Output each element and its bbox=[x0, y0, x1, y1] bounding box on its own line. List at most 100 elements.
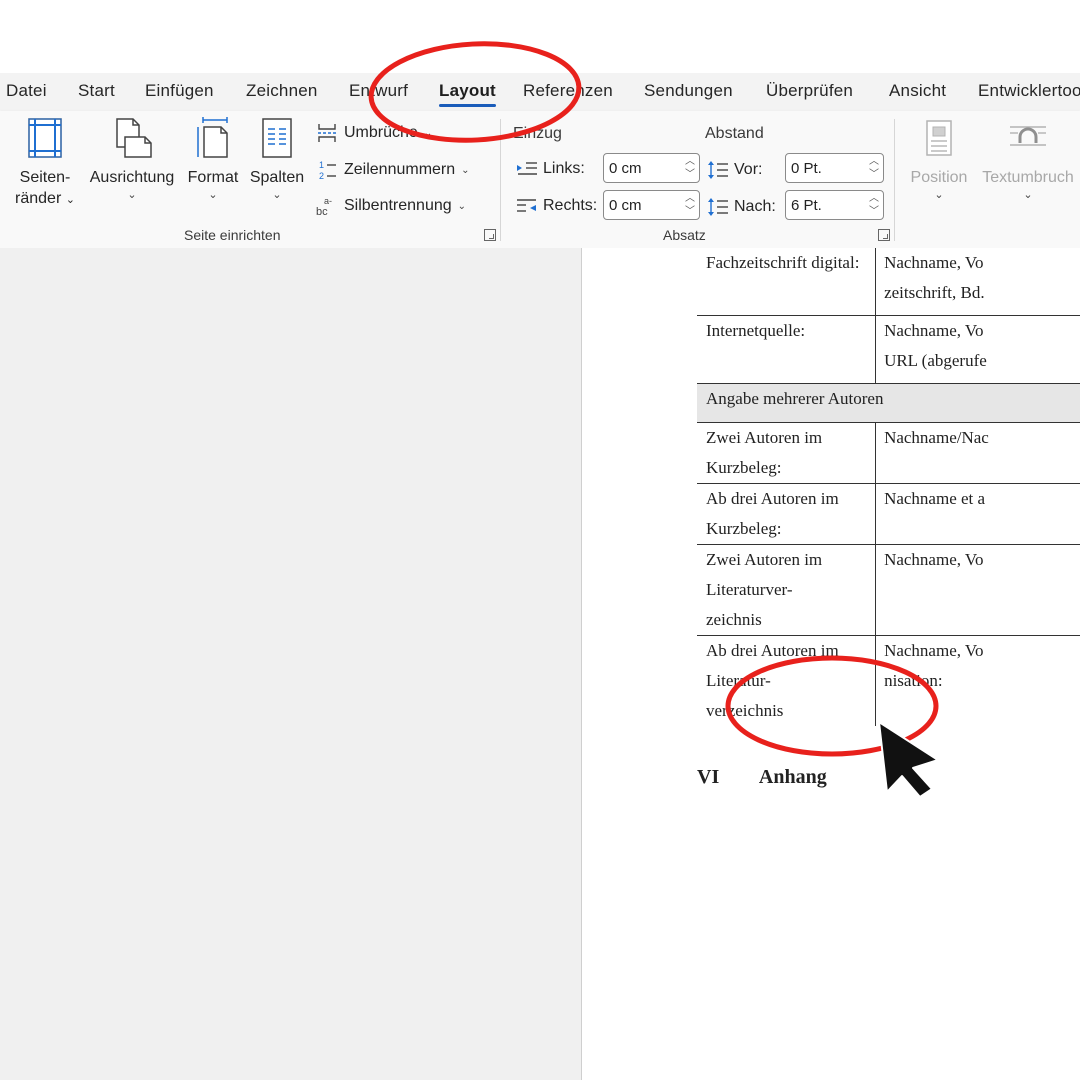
orientation-label: Ausrichtung bbox=[89, 169, 175, 186]
spacing-caption: Abstand bbox=[705, 125, 764, 142]
ribbon-tab-bar: Datei Start Einfügen Zeichnen Entwurf La… bbox=[0, 73, 1080, 111]
line-numbers-label: Zeilennummern bbox=[344, 161, 456, 178]
table-row: Angabe mehrerer Autoren bbox=[697, 383, 1080, 423]
table-row: Fachzeitschrift digital: Nachname, Vo zei… bbox=[697, 248, 1080, 316]
tab-datei[interactable]: Datei bbox=[6, 81, 47, 101]
table-cell: Ab drei Autoren im Literatur-verzeichnis bbox=[706, 640, 839, 720]
breaks-label: Umbrüche bbox=[344, 124, 418, 141]
indent-left-label: Links: bbox=[543, 160, 585, 177]
columns-label: Spalten bbox=[249, 169, 305, 186]
document-page[interactable]: Fachzeitschrift digital: Nachname, Vo zei… bbox=[582, 248, 1080, 1080]
spacing-after-label: Nach: bbox=[734, 198, 776, 215]
spacing-before-input[interactable] bbox=[789, 159, 863, 178]
tab-start[interactable]: Start bbox=[78, 81, 115, 101]
tab-layout[interactable]: Layout bbox=[439, 81, 496, 107]
table-section-header: Angabe mehrerer Autoren bbox=[697, 383, 1080, 423]
indent-left-field[interactable]: ︿﹀ bbox=[603, 153, 700, 183]
table-cell: Internetquelle: bbox=[697, 315, 876, 384]
section-number: VI bbox=[697, 766, 720, 788]
margins-button[interactable]: Seiten- ränder ⌄ bbox=[12, 117, 78, 211]
table-cell: Zwei Autoren im Kurzbeleg: bbox=[697, 422, 876, 484]
columns-button[interactable]: Spalten ⌄ bbox=[247, 117, 307, 201]
line-numbers-button[interactable]: 1 2 Zeilennummern ⌄ bbox=[318, 159, 470, 181]
tab-sendungen[interactable]: Sendungen bbox=[644, 81, 733, 101]
chevron-down-icon: ⌄ bbox=[1023, 189, 1033, 201]
text-wrap-label: Textumbruch bbox=[982, 169, 1074, 186]
spin-arrows-icon[interactable]: ︿ ﹀ bbox=[869, 192, 879, 218]
table-row: Ab drei Autoren im Literatur-verzeichnis… bbox=[697, 635, 1080, 726]
table-row: Ab drei Autoren im Kurzbeleg: Nachname e… bbox=[697, 483, 1080, 545]
chevron-down-icon: ⌄ bbox=[934, 189, 944, 201]
chevron-down-icon: ⌄ bbox=[457, 200, 467, 212]
svg-text:a-: a- bbox=[324, 196, 332, 206]
hyphenation-label: Silbentrennung bbox=[344, 197, 452, 214]
spacing-before-icon bbox=[708, 161, 728, 179]
position-button[interactable]: Position ⌄ bbox=[906, 117, 972, 201]
indent-right-input[interactable] bbox=[607, 196, 681, 215]
table-cell: Fachzeitschrift digital: bbox=[697, 248, 876, 316]
tab-ueberpruefen[interactable]: Überprüfen bbox=[766, 81, 853, 101]
table-cell: Nachname et a bbox=[875, 483, 1080, 545]
svg-text:bc: bc bbox=[316, 206, 328, 217]
indent-left-icon bbox=[517, 162, 537, 175]
group-divider bbox=[894, 119, 895, 241]
table-cell: Nachname/Nac bbox=[875, 422, 1080, 484]
hyphenation-button[interactable]: a- bc Silbentrennung ⌄ bbox=[316, 195, 466, 217]
table-row: Zwei Autoren im Kurzbeleg: Nachname/Nac bbox=[697, 422, 1080, 484]
text-wrap-button[interactable]: Textumbruch ⌄ bbox=[978, 117, 1078, 201]
tab-ansicht[interactable]: Ansicht bbox=[889, 81, 946, 101]
ribbon-layout: Seiten- ränder ⌄ Ausrichtung ⌄ Format ⌄ bbox=[0, 111, 1080, 249]
text-wrap-icon bbox=[1010, 126, 1046, 146]
paragraph-launcher-icon[interactable] bbox=[878, 229, 890, 241]
chevron-down-icon: ⌄ bbox=[127, 189, 137, 201]
table-row: Internetquelle: Nachname, Vo URL (abgeruf… bbox=[697, 315, 1080, 384]
page-setup-launcher-icon[interactable] bbox=[484, 229, 496, 241]
breaks-button[interactable]: Umbrüche ⌄ bbox=[316, 123, 432, 143]
group-divider bbox=[500, 119, 501, 241]
size-button[interactable]: Format ⌄ bbox=[185, 117, 241, 201]
orientation-button[interactable]: Ausrichtung ⌄ bbox=[86, 117, 178, 201]
group-label-seite-einrichten: Seite einrichten bbox=[184, 227, 281, 243]
spacing-before-field[interactable]: ︿﹀ bbox=[785, 153, 884, 183]
chevron-down-icon: ⌄ bbox=[208, 189, 218, 201]
tab-zeichnen[interactable]: Zeichnen bbox=[246, 81, 318, 101]
spacing-after-input[interactable] bbox=[789, 196, 863, 215]
position-icon bbox=[926, 120, 952, 156]
tab-entwicklertools[interactable]: Entwicklertools bbox=[978, 81, 1080, 101]
size-label: Format bbox=[187, 169, 239, 186]
margins-label-line2: ränder bbox=[15, 190, 62, 207]
table-cell: Nachname, Vo bbox=[875, 544, 1080, 636]
margins-label-line1: Seiten- bbox=[19, 169, 71, 186]
orientation-icon bbox=[116, 118, 152, 158]
table-cell: Nachname, Vo nisation: bbox=[875, 635, 1080, 726]
hyphenation-icon: a- bc bbox=[316, 196, 332, 217]
tab-entwurf[interactable]: Entwurf bbox=[349, 81, 408, 101]
group-label-absatz: Absatz bbox=[663, 227, 706, 243]
indent-right-field[interactable]: ︿﹀ bbox=[603, 190, 700, 220]
document-canvas bbox=[0, 248, 582, 1080]
chevron-down-icon: ⌄ bbox=[272, 189, 282, 201]
tab-referenzen[interactable]: Referenzen bbox=[523, 81, 613, 101]
spin-arrows-icon[interactable]: ︿ ﹀ bbox=[685, 192, 695, 218]
spacing-before-label: Vor: bbox=[734, 161, 763, 178]
margins-icon bbox=[28, 118, 62, 158]
table-row: Zwei Autoren im Literaturver-zeichnis Na… bbox=[697, 544, 1080, 636]
table-cell: Nachname, Vo URL (abgerufe bbox=[875, 315, 1080, 384]
tab-einfuegen[interactable]: Einfügen bbox=[145, 81, 214, 101]
line-numbers-icon: 1 2 bbox=[319, 160, 336, 181]
section-heading: VI Anhang bbox=[697, 766, 827, 789]
svg-text:1: 1 bbox=[319, 160, 324, 170]
indent-left-input[interactable] bbox=[607, 159, 681, 178]
table-cell: Zwei Autoren im Literaturver-zeichnis bbox=[697, 544, 876, 636]
page-break-icon bbox=[318, 124, 336, 142]
columns-icon bbox=[262, 118, 292, 158]
page-size-icon bbox=[197, 117, 228, 158]
section-title: Anhang bbox=[758, 766, 827, 788]
indent-right-label: Rechts: bbox=[543, 197, 598, 214]
spin-arrows-icon[interactable]: ︿ ﹀ bbox=[685, 155, 695, 181]
spin-arrows-icon[interactable]: ︿ ﹀ bbox=[869, 155, 879, 181]
position-label: Position bbox=[910, 169, 968, 186]
spacing-after-field[interactable]: ︿﹀ bbox=[785, 190, 884, 220]
svg-text:2: 2 bbox=[319, 171, 324, 181]
table-cell: Ab drei Autoren im Kurzbeleg: bbox=[697, 483, 876, 545]
